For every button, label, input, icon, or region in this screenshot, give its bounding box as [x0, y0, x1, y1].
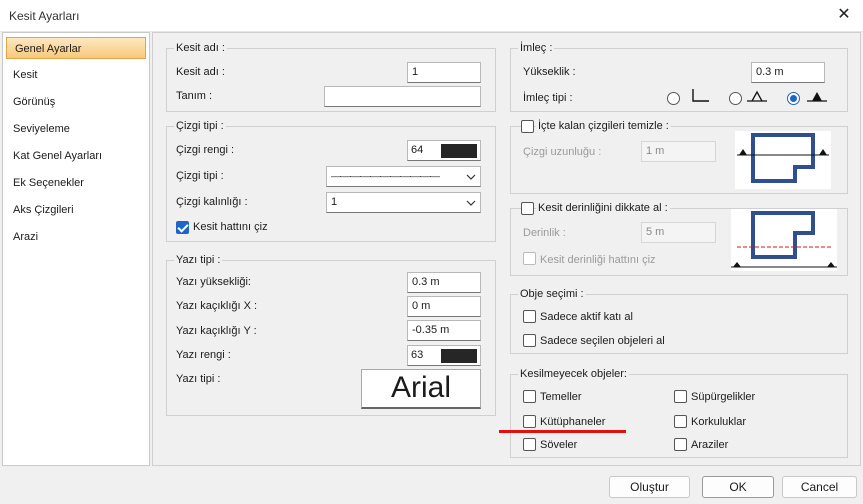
- sidebar-item-arazi[interactable]: Arazi: [3, 226, 149, 248]
- yazi-kaciklik-y-label: Yazı kaçıklığı Y :: [176, 325, 257, 337]
- cizgi-uzunlugu-input[interactable]: 1 m: [641, 141, 716, 162]
- font-preview-button[interactable]: Arial: [361, 369, 481, 409]
- cizgi-kalinligi-value: 1: [331, 196, 338, 208]
- cizgi-uzunlugu-label: Çizgi uzunluğu :: [523, 146, 602, 158]
- yazi-yuksekligi-label: Yazı yüksekliği:: [176, 276, 251, 288]
- tanim-input[interactable]: [324, 86, 481, 107]
- sidebar-item-kat-genel-ayarlari[interactable]: Kat Genel Ayarları: [3, 145, 149, 167]
- derinlik-hatti-label: Kesit derinliği hattını çiz: [540, 254, 656, 266]
- sadece-secilen-checkbox[interactable]: [523, 334, 536, 347]
- yazi-rengi-value: 63: [411, 349, 424, 361]
- imlec-tipi-radio-2[interactable]: [729, 92, 742, 105]
- tanim-label: Tanım :: [176, 90, 213, 102]
- kesilmeyecek-group: Kesilmeyecek objeler: Temeller Süpürgeli…: [510, 368, 848, 458]
- cizgi-tipi-group: Çizgi tipi : Çizgi rengi : 64 Çizgi tipi…: [166, 120, 496, 242]
- sidebar-item-seviyeleme[interactable]: Seviyeleme: [3, 118, 149, 140]
- derinlik-legend: Kesit derinliğini dikkate al :: [536, 202, 670, 215]
- inner-lines-preview-icon: [735, 131, 831, 189]
- sadece-secilen-label: Sadece seçilen objeleri al: [540, 335, 665, 347]
- cursor-type-2-icon: [747, 90, 767, 102]
- window-title: Kesit Ayarları: [9, 9, 80, 23]
- sidebar-item-ek-secenekler[interactable]: Ek Seçenekler: [3, 172, 149, 194]
- derinlik-group: Kesit derinliğini dikkate al : Derinlik …: [510, 202, 848, 276]
- yazi-tipi-font-label: Yazı tipi :: [176, 373, 221, 385]
- kutuphaneler-label: Kütüphaneler: [540, 416, 606, 428]
- imlec-yukseklik-input[interactable]: 0.3 m: [751, 62, 825, 83]
- kesit-adi-legend: Kesit adı :: [174, 42, 227, 55]
- title-bar: Kesit Ayarları ✕: [0, 0, 863, 32]
- icte-kalan-checkbox[interactable]: [521, 120, 534, 133]
- yazi-rengi-swatch: [441, 349, 477, 363]
- korkuluklar-label: Korkuluklar: [691, 416, 747, 428]
- soveler-label: Söveler: [540, 439, 578, 451]
- derinlik-checkbox[interactable]: [521, 202, 534, 215]
- derinlik-label: Derinlik :: [523, 227, 566, 239]
- sidebar-item-genel-ayarlar[interactable]: Genel Ayarlar: [6, 37, 146, 59]
- araziler-checkbox[interactable]: [674, 438, 687, 451]
- ok-button[interactable]: OK: [702, 476, 774, 498]
- imlec-group: İmleç : Yükseklik : 0.3 m İmleç tipi :: [510, 42, 848, 112]
- cizgi-tipi-value: —·—·—·—·—·—·—·—·—·—·—: [331, 171, 440, 181]
- korkuluklar-checkbox[interactable]: [674, 415, 687, 428]
- cizgi-tipi-legend: Çizgi tipi :: [174, 120, 226, 133]
- cizgi-rengi-picker[interactable]: 64: [407, 140, 481, 161]
- derinlik-input[interactable]: 5 m: [641, 222, 716, 243]
- imlec-legend: İmleç :: [518, 42, 555, 55]
- yazi-rengi-picker[interactable]: 63: [407, 345, 481, 366]
- kutuphaneler-checkbox[interactable]: [523, 415, 536, 428]
- yazi-kaciklik-x-label: Yazı kaçıklığı X :: [176, 300, 258, 312]
- yazi-yuksekligi-input[interactable]: 0.3 m: [407, 272, 481, 293]
- sadece-aktif-kat-checkbox[interactable]: [523, 310, 536, 323]
- cizgi-rengi-value: 64: [411, 144, 424, 156]
- supurgelikler-label: Süpürgelikler: [691, 391, 756, 403]
- olustur-button[interactable]: Oluştur: [609, 476, 690, 498]
- soveler-checkbox[interactable]: [523, 438, 536, 451]
- cancel-button[interactable]: Cancel: [782, 476, 857, 498]
- kesit-hatti-checkbox[interactable]: [176, 221, 189, 234]
- cizgi-kalinligi-label: Çizgi kalınlığı :: [176, 196, 248, 208]
- chevron-down-icon: [466, 200, 476, 206]
- kesit-adi-input[interactable]: 1: [407, 62, 481, 83]
- highlight-underline: [499, 430, 626, 433]
- temeller-checkbox[interactable]: [523, 390, 536, 403]
- obje-secimi-legend: Obje seçimi :: [518, 288, 586, 301]
- temeller-label: Temeller: [540, 391, 582, 403]
- cizgi-tipi-select[interactable]: —·—·—·—·—·—·—·—·—·—·—: [326, 166, 481, 187]
- imlec-yukseklik-label: Yükseklik :: [523, 66, 576, 78]
- araziler-label: Araziler: [691, 439, 729, 451]
- imlec-tipi-label: İmleç tipi :: [523, 92, 573, 104]
- icte-kalan-group: İçte kalan çizgileri temizle : Çizgi uzu…: [510, 120, 848, 194]
- supurgelikler-checkbox[interactable]: [674, 390, 687, 403]
- kesit-hatti-label: Kesit hattını çiz: [193, 221, 268, 233]
- yazi-rengi-label: Yazı rengi :: [176, 349, 231, 361]
- cursor-type-3-icon: [807, 92, 827, 102]
- icte-kalan-legend: İçte kalan çizgileri temizle :: [536, 120, 671, 133]
- cizgi-kalinligi-select[interactable]: 1: [326, 192, 481, 213]
- kesit-adi-label: Kesit adı :: [176, 66, 225, 78]
- derinlik-hatti-checkbox[interactable]: [523, 252, 536, 265]
- depth-preview-icon: [731, 209, 837, 271]
- yazi-kaciklik-x-input[interactable]: 0 m: [407, 296, 481, 317]
- yazi-kaciklik-y-input[interactable]: -0.35 m: [407, 320, 481, 341]
- cizgi-rengi-swatch: [441, 144, 477, 158]
- sidebar-item-gorunus[interactable]: Görünüş: [3, 91, 149, 113]
- imlec-tipi-radio-3[interactable]: [787, 92, 800, 105]
- sidebar-item-kesit[interactable]: Kesit: [3, 64, 149, 86]
- sidebar: Genel Ayarlar Kesit Görünüş Seviyeleme K…: [2, 32, 150, 466]
- close-icon[interactable]: ✕: [833, 4, 855, 26]
- cizgi-rengi-label: Çizgi rengi :: [176, 144, 235, 156]
- cursor-type-1-icon: [692, 89, 709, 102]
- imlec-tipi-radio-1[interactable]: [667, 92, 680, 105]
- yazi-tipi-group: Yazı tipi : Yazı yüksekliği: 0.3 m Yazı …: [166, 254, 496, 416]
- sadece-aktif-kat-label: Sadece aktif katı al: [540, 311, 633, 323]
- kesit-adi-group: Kesit adı : Kesit adı : 1 Tanım :: [166, 42, 496, 112]
- yazi-tipi-legend: Yazı tipi :: [174, 254, 223, 267]
- sidebar-item-aks-cizgileri[interactable]: Aks Çizgileri: [3, 199, 149, 221]
- kesilmeyecek-legend: Kesilmeyecek objeler:: [518, 368, 629, 381]
- chevron-down-icon: [466, 174, 476, 180]
- cizgi-tipi-label: Çizgi tipi :: [176, 170, 224, 182]
- obje-secimi-group: Obje seçimi : Sadece aktif katı al Sadec…: [510, 288, 848, 354]
